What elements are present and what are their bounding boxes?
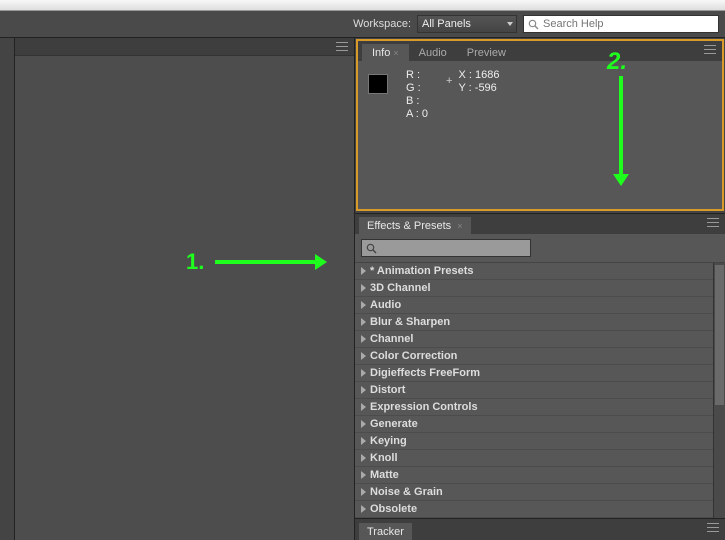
right-dock: Info× Audio Preview R : G : B : A : 0 +	[355, 38, 725, 540]
workspace-selected-value: All Panels	[422, 18, 471, 30]
effect-category-label: Obsolete	[370, 503, 417, 515]
rgba-readout: R : G : B : A : 0	[406, 69, 428, 197]
disclosure-triangle-icon[interactable]	[361, 301, 366, 309]
panel-menu-icon[interactable]	[704, 45, 716, 54]
effects-tabbar: Effects & Presets ×	[355, 214, 725, 234]
search-icon	[528, 19, 539, 30]
effect-category-label: Expression Controls	[370, 401, 478, 413]
disclosure-triangle-icon[interactable]	[361, 318, 366, 326]
effect-category-item[interactable]: Channel	[355, 331, 713, 348]
effect-category-label: Matte	[370, 469, 399, 481]
effect-category-item[interactable]: Digieffects FreeForm	[355, 365, 713, 382]
tracker-tabbar: Tracker	[355, 518, 725, 540]
scrollbar[interactable]	[713, 263, 725, 518]
effect-category-label: Generate	[370, 418, 418, 430]
effects-list: * Animation Presets 3D Channel Audio Blur &…	[355, 262, 725, 518]
close-icon[interactable]: ×	[457, 221, 462, 231]
tab-info-label: Info	[372, 47, 390, 59]
disclosure-triangle-icon[interactable]	[361, 403, 366, 411]
tab-preview[interactable]: Preview	[457, 44, 516, 61]
disclosure-triangle-icon[interactable]	[361, 335, 366, 343]
info-panel: Info× Audio Preview R : G : B : A : 0 +	[356, 39, 724, 211]
effects-search-row	[361, 239, 719, 257]
search-help-input[interactable]	[543, 18, 714, 30]
workspace-label: Workspace:	[353, 18, 411, 30]
effect-category-label: Distort	[370, 384, 405, 396]
effect-category-item[interactable]: Distort	[355, 382, 713, 399]
disclosure-triangle-icon[interactable]	[361, 471, 366, 479]
effect-category-item[interactable]: Matte	[355, 467, 713, 484]
disclosure-triangle-icon[interactable]	[361, 420, 366, 428]
panel-menu-icon[interactable]	[707, 523, 719, 532]
effect-category-item[interactable]: Expression Controls	[355, 399, 713, 416]
effect-category-label: Color Correction	[370, 350, 457, 362]
search-help-field[interactable]	[523, 15, 719, 33]
scrollbar-thumb[interactable]	[715, 265, 724, 405]
info-body: R : G : B : A : 0 + X : 1686 Y : -596	[358, 61, 722, 205]
tab-audio[interactable]: Audio	[409, 44, 457, 61]
effect-category-item[interactable]: Knoll	[355, 450, 713, 467]
close-icon[interactable]: ×	[393, 48, 398, 58]
disclosure-triangle-icon[interactable]	[361, 454, 366, 462]
effect-category-item[interactable]: Noise & Grain	[355, 484, 713, 501]
disclosure-triangle-icon[interactable]	[361, 505, 366, 513]
crosshair-icon: +	[446, 75, 452, 197]
window-titlebar	[0, 0, 725, 11]
effect-category-label: Keying	[370, 435, 407, 447]
search-icon	[366, 243, 377, 254]
tab-info[interactable]: Info×	[362, 44, 409, 61]
workspace-dropdown[interactable]: All Panels	[417, 15, 517, 33]
effect-category-label: Blur & Sharpen	[370, 316, 450, 328]
info-tabbar: Info× Audio Preview	[358, 41, 722, 61]
effect-category-item[interactable]: Audio	[355, 297, 713, 314]
annotation-2-arrow	[619, 76, 623, 176]
effect-category-label: 3D Channel	[370, 282, 431, 294]
effect-category-item[interactable]: Keying	[355, 433, 713, 450]
disclosure-triangle-icon[interactable]	[361, 267, 366, 275]
disclosure-triangle-icon[interactable]	[361, 488, 366, 496]
panel-menu-icon[interactable]	[707, 218, 719, 227]
effects-search-field[interactable]	[361, 239, 531, 257]
effects-tab-label: Effects & Presets	[367, 220, 451, 232]
effect-category-label: Knoll	[370, 452, 398, 464]
disclosure-triangle-icon[interactable]	[361, 437, 366, 445]
chevron-down-icon	[507, 22, 513, 26]
effect-category-label: Digieffects FreeForm	[370, 367, 480, 379]
effect-category-item[interactable]: Color Correction	[355, 348, 713, 365]
effects-panel: Effects & Presets × * Animation Presets 3…	[355, 213, 725, 518]
tab-tracker[interactable]: Tracker	[359, 523, 412, 540]
center-tabbar	[15, 38, 354, 56]
left-dock	[0, 38, 15, 540]
effect-category-item[interactable]: Blur & Sharpen	[355, 314, 713, 331]
effect-category-label: Channel	[370, 333, 413, 345]
tab-effects-presets[interactable]: Effects & Presets ×	[359, 217, 471, 234]
disclosure-triangle-icon[interactable]	[361, 352, 366, 360]
color-swatch	[368, 74, 388, 94]
effect-category-label: Noise & Grain	[370, 486, 443, 498]
panel-menu-icon[interactable]	[336, 42, 348, 51]
disclosure-triangle-icon[interactable]	[361, 386, 366, 394]
effect-category-item[interactable]: Generate	[355, 416, 713, 433]
center-pane	[15, 38, 355, 540]
xy-readout: + X : 1686 Y : -596	[446, 69, 499, 197]
effect-category-label: * Animation Presets	[370, 265, 474, 277]
application-bar: Workspace: All Panels	[0, 11, 725, 38]
effect-category-label: Audio	[370, 299, 401, 311]
annotation-1-arrow	[215, 260, 317, 264]
disclosure-triangle-icon[interactable]	[361, 284, 366, 292]
disclosure-triangle-icon[interactable]	[361, 369, 366, 377]
effect-category-item[interactable]: 3D Channel	[355, 280, 713, 297]
effect-category-item[interactable]: * Animation Presets	[355, 263, 713, 280]
effect-category-item[interactable]: Obsolete	[355, 501, 713, 518]
